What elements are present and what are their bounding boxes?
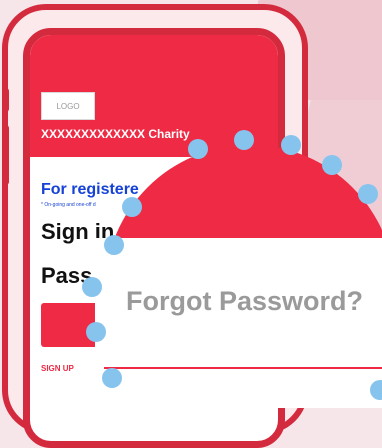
outline-dot: [188, 139, 208, 159]
outline-dot: [322, 155, 342, 175]
logo: LOGO: [41, 92, 95, 120]
outline-dot: [102, 368, 122, 388]
phone-side-button: [3, 88, 9, 112]
charity-name: XXXXXXXXXXXXX Charity: [41, 127, 190, 141]
magnifier-panel: [95, 238, 382, 408]
phone-side-button: [3, 125, 9, 185]
forgot-password-link[interactable]: Forgot Password?: [126, 286, 363, 317]
ongoing-note: * On-going and one-off d: [41, 202, 96, 208]
registered-heading: For registere: [41, 181, 139, 198]
outline-dot: [104, 235, 124, 255]
outline-dot: [281, 135, 301, 155]
outline-dot: [82, 277, 102, 297]
magnifier-divider: [104, 367, 382, 369]
sign-up-link[interactable]: SIGN UP: [41, 364, 74, 373]
outline-dot: [86, 322, 106, 342]
outline-dot: [234, 130, 254, 150]
outline-dot: [122, 197, 142, 217]
outline-dot: [358, 184, 378, 204]
